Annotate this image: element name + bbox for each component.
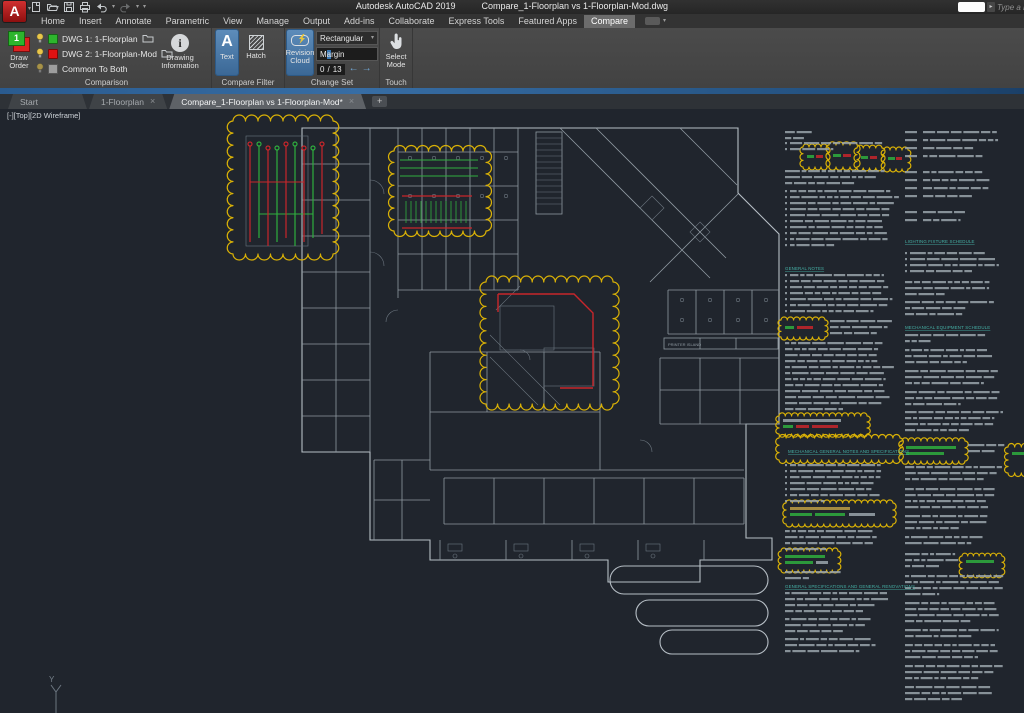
common-label: Common To Both xyxy=(62,64,128,74)
file-tab-compare[interactable]: Compare_1-Floorplan vs 1-Floorplan-Mod* … xyxy=(169,94,366,109)
dwg2-color-swatch[interactable] xyxy=(48,49,58,59)
lightbulb-icon[interactable] xyxy=(36,33,44,44)
revision-cloud-button[interactable]: Revision Cloud xyxy=(287,30,313,75)
cloud-shape-dropdown[interactable]: Rectangular ▾ xyxy=(316,31,378,45)
close-tab-icon[interactable]: × xyxy=(150,97,155,106)
lightbulb-icon[interactable] xyxy=(36,48,44,59)
drawing-area[interactable]: [-][Top][2D Wireframe] xyxy=(0,109,1024,713)
close-tab-icon[interactable]: × xyxy=(349,97,354,106)
ribbon-tab-bar: Home Insert Annotate Parametric View Man… xyxy=(0,14,1024,28)
text-filter-icon: A xyxy=(221,33,233,51)
viewport-visual-style-control[interactable]: [2D Wireframe] xyxy=(30,111,80,120)
application-menu-icon[interactable]: A xyxy=(3,1,26,22)
panel-comparison: 1 Draw Order DWG 1: 1-Floorplan DWG 2: 1… xyxy=(2,28,212,88)
tab-view[interactable]: View xyxy=(216,15,249,28)
tab-parametric[interactable]: Parametric xyxy=(159,15,217,28)
ribbon-display-icon[interactable] xyxy=(645,17,660,25)
change-set-panel-label[interactable]: Change Set xyxy=(285,77,379,88)
next-change-arrow-icon[interactable]: → xyxy=(362,64,372,74)
dwg1-label: DWG 1: 1-Floorplan xyxy=(62,34,138,44)
ucs-icon: Y xyxy=(49,675,61,713)
autocad-window: A ▾ ▾ ▾ ▾ Autodesk AutoCAD 2019 Compare_… xyxy=(0,0,1024,713)
notes-heading-specifications: GENERAL SPECIFICATIONS AND GENERAL RENOV… xyxy=(785,584,915,589)
change-counter: 0 / 13 ← → xyxy=(316,63,378,75)
tab-featured-apps[interactable]: Featured Apps xyxy=(511,15,584,28)
select-mode-button[interactable]: Select Mode xyxy=(382,29,410,77)
tab-add-ins[interactable]: Add-ins xyxy=(337,15,382,28)
panel-change-set: Revision Cloud Rectangular ▾ Margin 0 / … xyxy=(285,28,380,88)
viewport-controls: [-][Top][2D Wireframe] xyxy=(7,111,80,120)
tab-collaborate[interactable]: Collaborate xyxy=(382,15,442,28)
drawing-information-button[interactable]: i Drawing Information xyxy=(152,31,208,70)
text-filter-button[interactable]: A Text xyxy=(216,30,238,75)
hand-select-icon xyxy=(389,32,403,51)
counter-total: 13 xyxy=(333,65,342,74)
viewport-view-control[interactable]: [Top] xyxy=(14,111,30,120)
previous-change-arrow-icon[interactable]: ← xyxy=(349,64,359,74)
file-tab-bar: Start 1-Floorplan × Compare_1-Floorplan … xyxy=(0,94,1024,109)
hatch-icon xyxy=(249,35,264,50)
ribbon-display-caret-icon[interactable]: ▾ xyxy=(663,18,666,24)
new-tab-button[interactable]: + xyxy=(372,96,387,107)
ribbon: 1 Draw Order DWG 1: 1-Floorplan DWG 2: 1… xyxy=(0,28,1024,88)
panel-compare-filter: A Text Hatch Compare Filter xyxy=(212,28,285,88)
notes-heading-general: GENERAL NOTES xyxy=(785,266,824,271)
drawing-canvas[interactable]: PRINTER ISLAND GENERAL NOTES MECHANICAL … xyxy=(0,109,1024,713)
tab-annotate[interactable]: Annotate xyxy=(109,15,159,28)
tab-insert[interactable]: Insert xyxy=(72,15,109,28)
file-tab-start[interactable]: Start xyxy=(8,94,87,109)
revision-clouds xyxy=(227,115,1024,578)
tab-manage[interactable]: Manage xyxy=(249,15,296,28)
schedule-heading-lighting: LIGHTING FIXTURE SCHEDULE xyxy=(905,239,975,244)
infocenter-placeholder[interactable]: Type a ke xyxy=(997,3,1024,12)
dropdown-caret-icon: ▾ xyxy=(371,35,374,41)
tab-express-tools[interactable]: Express Tools xyxy=(442,15,512,28)
margin-input[interactable]: Margin xyxy=(316,47,378,61)
tab-output[interactable]: Output xyxy=(296,15,337,28)
file-tab-floorplan[interactable]: 1-Floorplan × xyxy=(89,94,167,109)
printer-island-label: PRINTER ISLAND xyxy=(668,342,701,347)
draw-order-button[interactable]: 1 Draw Order xyxy=(4,28,34,70)
infocenter-field[interactable] xyxy=(958,2,985,12)
info-icon: i xyxy=(171,34,189,52)
common-color-swatch[interactable] xyxy=(48,64,58,74)
change-set-fields: Rectangular ▾ Margin 0 / 13 ← → xyxy=(316,31,378,75)
plan-details xyxy=(246,136,768,558)
revision-cloud-icon xyxy=(290,33,310,47)
infocenter: ▸ Type a ke xyxy=(958,1,1024,13)
counter-current: 0 xyxy=(320,65,324,74)
comparison-panel-label[interactable]: Comparison xyxy=(2,77,211,88)
ucs-y-label: Y xyxy=(49,675,55,684)
lightbulb-icon[interactable] xyxy=(36,63,44,74)
compare-filter-panel-label[interactable]: Compare Filter xyxy=(212,77,284,88)
hatch-filter-button[interactable]: Hatch xyxy=(243,30,269,75)
tab-compare[interactable]: Compare xyxy=(584,15,635,28)
dwg2-label: DWG 2: 1-Floorplan-Mod xyxy=(62,49,157,59)
app-title: Autodesk AutoCAD 2019 xyxy=(356,1,456,11)
compare-green-geometry xyxy=(257,142,478,246)
document-title: Compare_1-Floorplan vs 1-Floorplan-Mod.d… xyxy=(481,1,668,11)
notes-heading-mechanical: MECHANICAL GENERAL NOTES AND SPECIFICATI… xyxy=(788,449,909,454)
infocenter-search-icon[interactable]: ▸ xyxy=(987,2,995,12)
draw-order-icon: 1 xyxy=(7,31,31,52)
viewport-minimize-control[interactable]: [-] xyxy=(7,111,14,120)
interior-walls xyxy=(302,128,779,560)
notes-text-lines xyxy=(783,131,1024,700)
dwg1-color-swatch[interactable] xyxy=(48,34,58,44)
building-outline xyxy=(302,128,779,654)
tab-home[interactable]: Home xyxy=(34,15,72,28)
touch-panel-label[interactable]: Touch xyxy=(380,77,412,88)
compare-red-geometry xyxy=(248,142,593,388)
panel-touch: Select Mode Touch xyxy=(380,28,413,88)
schedule-heading-mechanical: MECHANICAL EQUIPMENT SCHEDULE xyxy=(905,325,990,330)
title-bar: A ▾ ▾ ▾ ▾ Autodesk AutoCAD 2019 Compare_… xyxy=(0,0,1024,14)
